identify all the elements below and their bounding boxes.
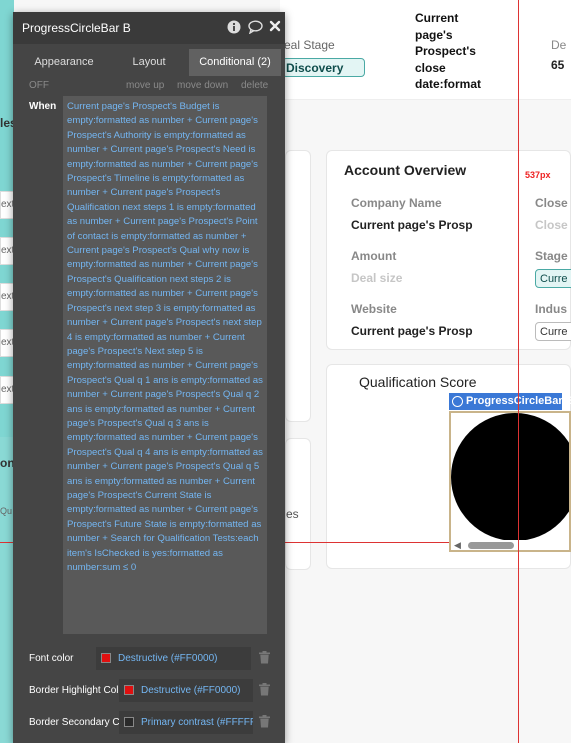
input-fragment[interactable]: ext: [0, 191, 14, 219]
color-swatch: [101, 653, 111, 663]
input-fragment[interactable]: ext: [0, 283, 14, 311]
border-secondary-color-row: Border Secondary C Primary contrast (#FF…: [13, 711, 285, 735]
color-picker-field[interactable]: Primary contrast (#FFFFF: [119, 711, 253, 734]
scroll-left-icon[interactable]: ◀: [454, 540, 461, 550]
close-date-value: Current page's Prospect's close date:for…: [415, 11, 482, 91]
panel-header[interactable]: ProgressCircleBar B: [13, 12, 285, 44]
condition-toggle[interactable]: OFF: [29, 80, 49, 91]
left-fragment-qu: Qu: [0, 506, 13, 516]
property-label: Border Secondary C: [29, 717, 119, 728]
border-highlight-color-row: Border Highlight Col Destructive (#FF000…: [13, 679, 285, 703]
element-type-icon: [452, 396, 463, 407]
close-value: Close: [535, 218, 568, 232]
input-fragment[interactable]: ext: [0, 376, 14, 404]
input-fragment[interactable]: ext: [0, 237, 14, 265]
guide-distance-label: 537px: [525, 170, 551, 180]
tab-layout[interactable]: Layout: [115, 49, 183, 76]
panel-tabs: Appearance Layout Conditional (2): [13, 49, 285, 76]
color-picker-field[interactable]: Destructive (#FF0000): [96, 647, 251, 670]
middle-card: [285, 150, 311, 422]
property-label: Font color: [29, 653, 74, 664]
info-icon[interactable]: [226, 20, 242, 36]
amount-value: Deal size: [351, 271, 403, 285]
left-teal-strip-lower: [0, 437, 14, 743]
delete-link[interactable]: delete: [241, 80, 268, 91]
color-swatch: [124, 685, 134, 695]
middle-card-fragment: es: [286, 507, 299, 521]
website-value: Current page's Prosp: [351, 324, 473, 338]
move-up-link[interactable]: move up: [126, 80, 164, 91]
qualification-score-title: Qualification Score: [359, 374, 477, 390]
industry-chip[interactable]: Curre: [535, 322, 571, 341]
website-label: Website: [351, 302, 397, 316]
close-label: Close: [535, 196, 568, 210]
progress-circle-shape: [451, 413, 569, 541]
de-label: De: [551, 38, 567, 52]
condition-expression[interactable]: Current page's Prospect's Budget is empt…: [63, 96, 267, 634]
trash-icon[interactable]: [259, 715, 271, 729]
middle-card-lower: es: [285, 438, 311, 570]
when-label: When: [29, 101, 57, 112]
deal-stage-badge[interactable]: Discovery: [282, 58, 365, 77]
color-swatch: [124, 717, 134, 727]
account-overview-title: Account Overview: [344, 162, 467, 178]
property-editor-panel[interactable]: ProgressCircleBar B Appearance Layout Co…: [13, 12, 285, 743]
panel-title: ProgressCircleBar B: [22, 21, 131, 35]
trash-icon[interactable]: [259, 651, 271, 665]
comment-icon[interactable]: [247, 20, 263, 36]
color-picker-field[interactable]: Destructive (#FF0000): [119, 679, 253, 702]
horizontal-scrollbar[interactable]: ◀: [451, 540, 569, 550]
progress-circle-element[interactable]: ◀: [449, 411, 571, 552]
deal-header-bar: eal Stage Discovery Current page's Prosp…: [280, 0, 571, 100]
property-label: Border Highlight Col: [29, 685, 119, 696]
company-name-value: Current page's Prosp: [351, 218, 473, 232]
company-name-label: Company Name: [351, 196, 442, 210]
de-value: 65: [551, 58, 565, 72]
color-value: Destructive (#FF0000): [141, 685, 241, 696]
trash-icon[interactable]: [259, 683, 271, 697]
amount-label: Amount: [351, 249, 397, 263]
stage-chip[interactable]: Curre: [535, 269, 571, 288]
stage-label: Stage: [535, 249, 568, 263]
color-value: Primary contrast (#FFFFF: [141, 717, 253, 728]
move-down-link[interactable]: move down: [177, 80, 228, 91]
account-overview-card: Account Overview Company Name Current pa…: [326, 150, 571, 350]
deal-stage-label: eal Stage: [284, 38, 335, 52]
tab-conditional[interactable]: Conditional (2): [189, 49, 281, 76]
input-fragment[interactable]: ext: [0, 329, 14, 357]
color-value: Destructive (#FF0000): [118, 653, 218, 664]
scrollbar-thumb[interactable]: [468, 542, 514, 549]
close-icon[interactable]: [267, 20, 283, 36]
tab-appearance[interactable]: Appearance: [13, 49, 115, 76]
vertical-guide-line: [518, 0, 519, 743]
selected-element-tag[interactable]: ProgressCircleBar B: [449, 393, 571, 410]
industry-label: Indus: [535, 302, 567, 316]
font-color-row: Font color Destructive (#FF0000): [13, 647, 285, 671]
